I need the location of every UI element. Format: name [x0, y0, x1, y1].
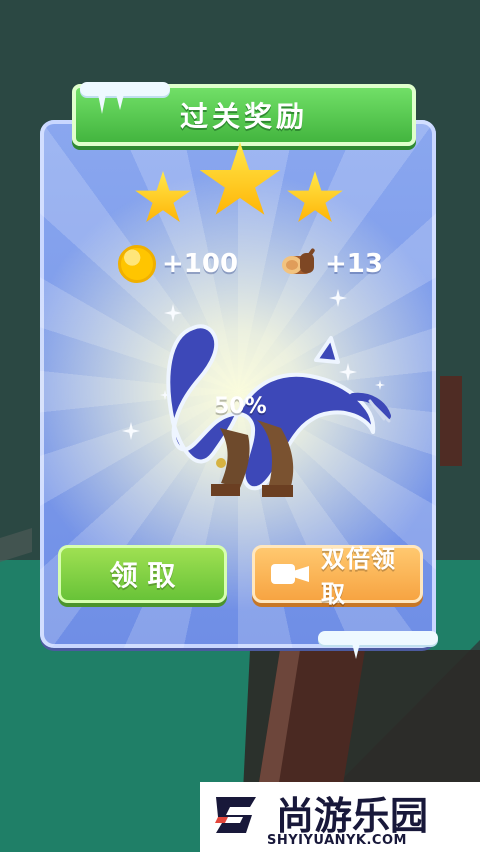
brand-logo-icon	[215, 797, 256, 833]
progress-label: 50%	[214, 394, 267, 419]
character-silhouette	[166, 324, 391, 497]
snow-cap-bottom	[318, 631, 438, 645]
watermark-url: SHYIYUANYK.COM	[267, 833, 407, 848]
wood-reward-value: +13	[325, 249, 383, 279]
watermark-brand: 尚游乐园	[276, 794, 429, 838]
claim-button[interactable]: 领 取	[58, 545, 227, 603]
claim-button-label: 领 取	[109, 559, 176, 592]
title-text: 过关奖励	[179, 100, 308, 133]
coin-icon	[118, 245, 156, 283]
double-claim-button[interactable]: 双倍领取	[252, 545, 423, 608]
wood-log-icon	[282, 248, 315, 274]
coin-reward-value: +100	[162, 249, 239, 279]
snow-cap-top	[80, 82, 170, 96]
double-claim-button-label: 双倍领取	[321, 545, 396, 608]
video-camera-icon	[271, 562, 309, 586]
